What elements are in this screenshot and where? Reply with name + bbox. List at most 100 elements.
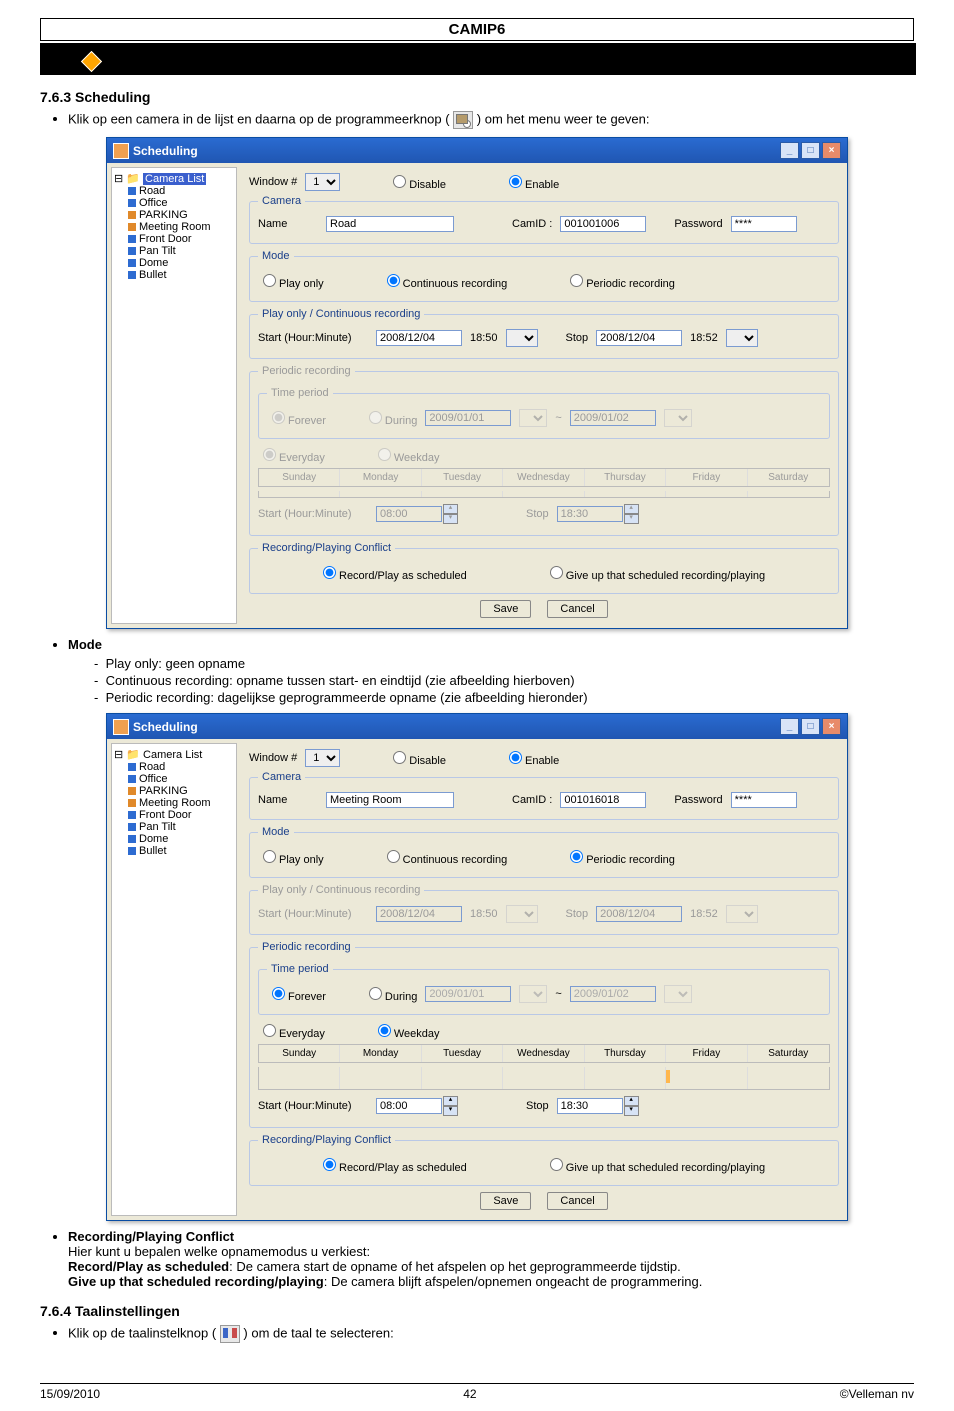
record-scheduled-radio[interactable]: [323, 1158, 336, 1171]
save-button[interactable]: Save: [480, 1192, 531, 1210]
start-date-input[interactable]: [376, 330, 462, 346]
mode-heading: Mode - Play only: geen opname - Continuo…: [68, 637, 914, 705]
start-label: Start (Hour:Minute): [258, 332, 368, 344]
spin-up[interactable]: ▴: [624, 1096, 639, 1106]
page-footer: 15/09/2010 42 ©Velleman nv: [40, 1383, 914, 1401]
password-input[interactable]: [731, 792, 797, 808]
minimize-button[interactable]: _: [780, 718, 799, 735]
tree-item[interactable]: Pan Tilt: [139, 821, 176, 833]
tree-item[interactable]: Office: [139, 773, 168, 785]
play-only-radio[interactable]: [263, 274, 276, 287]
giveup-radio[interactable]: [550, 566, 563, 579]
record-scheduled-radio[interactable]: [323, 566, 336, 579]
periodic-start-input[interactable]: [376, 1098, 442, 1114]
footer-date: 15/09/2010: [40, 1387, 100, 1401]
disable-radio[interactable]: [393, 175, 406, 188]
tree-item[interactable]: Pan Tilt: [139, 245, 176, 257]
enable-radio[interactable]: [509, 175, 522, 188]
tree-item[interactable]: Front Door: [139, 809, 192, 821]
tree-item[interactable]: Meeting Room: [139, 797, 211, 809]
password-input[interactable]: [731, 216, 797, 232]
tree-root[interactable]: Camera List: [143, 749, 202, 761]
dialog-title: Scheduling: [133, 720, 198, 734]
cancel-button[interactable]: Cancel: [547, 600, 607, 618]
camera-tree[interactable]: ⊟ 📁 Camera List Road Office PARKING Meet…: [111, 743, 237, 1216]
tree-item[interactable]: Bullet: [139, 269, 167, 281]
during-radio[interactable]: [369, 987, 382, 1000]
periodic-start-input: [376, 506, 442, 522]
camid-label: CamID :: [512, 218, 552, 230]
scheduling-dialog-2: Scheduling _ □ × ⊟ 📁 Camera List Road Of…: [106, 713, 848, 1221]
tree-root[interactable]: Camera List: [143, 173, 206, 185]
tree-item[interactable]: PARKING: [139, 209, 188, 221]
camera-tree[interactable]: ⊟ 📁 Camera List Road Office PARKING Meet…: [111, 167, 237, 624]
spin-down[interactable]: ▾: [624, 1106, 639, 1116]
periodic-radio[interactable]: [570, 274, 583, 287]
start-time-select[interactable]: [506, 329, 538, 347]
progress-handle-icon[interactable]: [81, 51, 102, 72]
window-label: Window #: [249, 176, 297, 188]
periodic-radio[interactable]: [570, 850, 583, 863]
doc-title: CAMIP6: [41, 19, 914, 41]
continuous-radio[interactable]: [387, 274, 400, 287]
weekday-radio[interactable]: [378, 1024, 391, 1037]
minimize-button[interactable]: _: [780, 142, 799, 159]
spin-up[interactable]: ▴: [443, 1096, 458, 1106]
periodic-stop-input[interactable]: [557, 1098, 623, 1114]
forever-radio[interactable]: [272, 987, 285, 1000]
close-button[interactable]: ×: [822, 718, 841, 735]
section-763-heading: 7.6.3 Scheduling: [40, 89, 914, 105]
name-input[interactable]: [326, 792, 454, 808]
weekday-radio: [378, 448, 391, 461]
save-button[interactable]: Save: [480, 600, 531, 618]
stop-time-select[interactable]: [726, 329, 758, 347]
tree-item[interactable]: Dome: [139, 833, 168, 845]
camid-input[interactable]: [560, 792, 646, 808]
section-764-heading: 7.6.4 Taalinstellingen: [40, 1303, 914, 1319]
tree-item[interactable]: Road: [139, 185, 165, 197]
cancel-button[interactable]: Cancel: [547, 1192, 607, 1210]
video-progress-bar: [40, 43, 916, 75]
everyday-radio[interactable]: [263, 1024, 276, 1037]
time-period-fieldset: Time period Forever During ~: [258, 387, 830, 439]
during-radio: [369, 411, 382, 424]
dialog-title: Scheduling: [133, 144, 198, 158]
doc-header: CAMIP6: [40, 18, 914, 41]
disable-radio[interactable]: [393, 751, 406, 764]
footer-copyright: ©Velleman nv: [840, 1387, 914, 1401]
dialog-icon: [113, 719, 129, 735]
language-button-icon: [220, 1325, 240, 1343]
periodic-fieldset: Periodic recording Time period Forever D…: [249, 365, 839, 536]
dialog-icon: [113, 143, 129, 159]
tree-item[interactable]: Office: [139, 197, 168, 209]
password-label: Password: [674, 218, 722, 230]
window-select[interactable]: 1: [305, 173, 340, 191]
rpc-section: Recording/Playing Conflict Hier kunt u b…: [68, 1229, 914, 1289]
forever-radio: [272, 411, 285, 424]
tree-item[interactable]: Meeting Room: [139, 221, 211, 233]
continuous-radio[interactable]: [387, 850, 400, 863]
giveup-radio[interactable]: [550, 1158, 563, 1171]
tree-item[interactable]: Road: [139, 761, 165, 773]
stop-date-input[interactable]: [596, 330, 682, 346]
camid-input[interactable]: [560, 216, 646, 232]
spin-down[interactable]: ▾: [443, 1106, 458, 1116]
window-select[interactable]: 1: [305, 749, 340, 767]
scheduling-dialog-1: Scheduling _ □ × ⊟ 📁 Camera List Road Of…: [106, 137, 848, 629]
maximize-button[interactable]: □: [801, 718, 820, 735]
enable-radio[interactable]: [509, 751, 522, 764]
during-from: [425, 410, 511, 426]
during-to: [570, 410, 656, 426]
close-button[interactable]: ×: [822, 142, 841, 159]
play-only-radio[interactable]: [263, 850, 276, 863]
mode-fieldset: Mode Play only Continuous recording Peri…: [249, 250, 839, 302]
section-763-bullet: Klik op een camera in de lijst en daarna…: [68, 111, 914, 129]
tree-item[interactable]: Bullet: [139, 845, 167, 857]
tree-item[interactable]: PARKING: [139, 785, 188, 797]
tree-item[interactable]: Dome: [139, 257, 168, 269]
maximize-button[interactable]: □: [801, 142, 820, 159]
tree-item[interactable]: Front Door: [139, 233, 192, 245]
conflict-fieldset: Recording/Playing Conflict Record/Play a…: [249, 542, 839, 594]
stop-label: Stop: [566, 332, 589, 344]
name-input[interactable]: [326, 216, 454, 232]
